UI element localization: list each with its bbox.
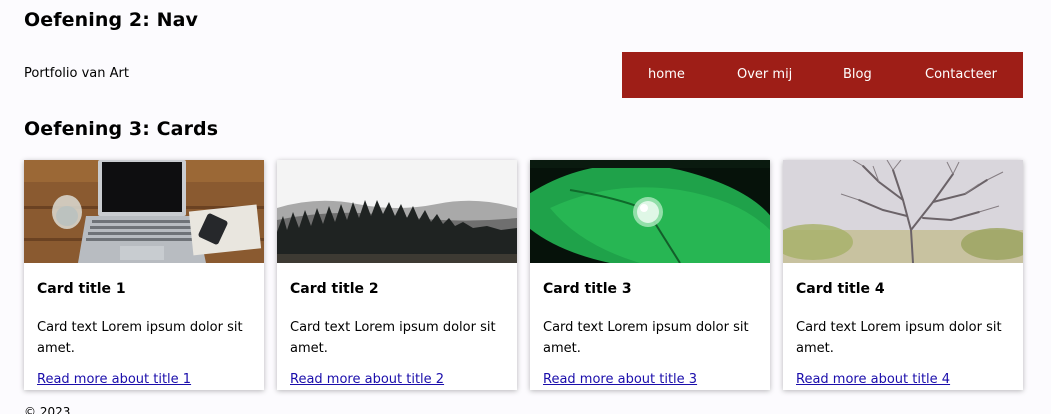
card-text: Card text Lorem ipsum dolor sit amet. — [290, 320, 496, 356]
card-text: Card text Lorem ipsum dolor sit amet. — [37, 320, 243, 356]
footer-copyright: © 2023 — [24, 405, 71, 414]
cards-section-heading: Oefening 3: Cards — [24, 118, 219, 140]
nav-link-over-mij[interactable]: Over mij — [737, 67, 792, 82]
card-title: Card title 4 — [796, 281, 885, 297]
card-text: Card text Lorem ipsum dolor sit amet. — [543, 320, 749, 356]
bare-tree-image — [783, 160, 1023, 263]
card-title: Card title 2 — [290, 281, 379, 297]
brand-text: Portfolio van Art — [24, 66, 129, 81]
card-title: Card title 3 — [543, 281, 632, 297]
card-3: Card title 3 Card text Lorem ipsum dolor… — [530, 160, 770, 390]
laptop-desk-image — [24, 160, 264, 263]
leaf-waterdrop-image — [530, 160, 770, 263]
nav-link-blog[interactable]: Blog — [843, 67, 872, 82]
card-4: Card title 4 Card text Lorem ipsum dolor… — [783, 160, 1023, 390]
nav-section-heading: Oefening 2: Nav — [24, 9, 199, 31]
card-1: Card title 1 Card text Lorem ipsum dolor… — [24, 160, 264, 390]
card-read-more-link[interactable]: Read more about title 1 — [37, 372, 191, 387]
card-title: Card title 1 — [37, 281, 126, 297]
card-2: Card title 2 Card text Lorem ipsum dolor… — [277, 160, 517, 390]
nav-link-contacteer[interactable]: Contacteer — [925, 67, 997, 82]
card-read-more-link[interactable]: Read more about title 4 — [796, 372, 950, 387]
page: Oefening 2: Nav Portfolio van Art home O… — [0, 0, 1051, 414]
card-read-more-link[interactable]: Read more about title 3 — [543, 372, 697, 387]
nav-link-home[interactable]: home — [648, 67, 685, 82]
card-text: Card text Lorem ipsum dolor sit amet. — [796, 320, 1002, 356]
card-read-more-link[interactable]: Read more about title 2 — [290, 372, 444, 387]
forest-hills-image — [277, 160, 517, 263]
navbar: home Over mij Blog Contacteer — [622, 52, 1023, 98]
